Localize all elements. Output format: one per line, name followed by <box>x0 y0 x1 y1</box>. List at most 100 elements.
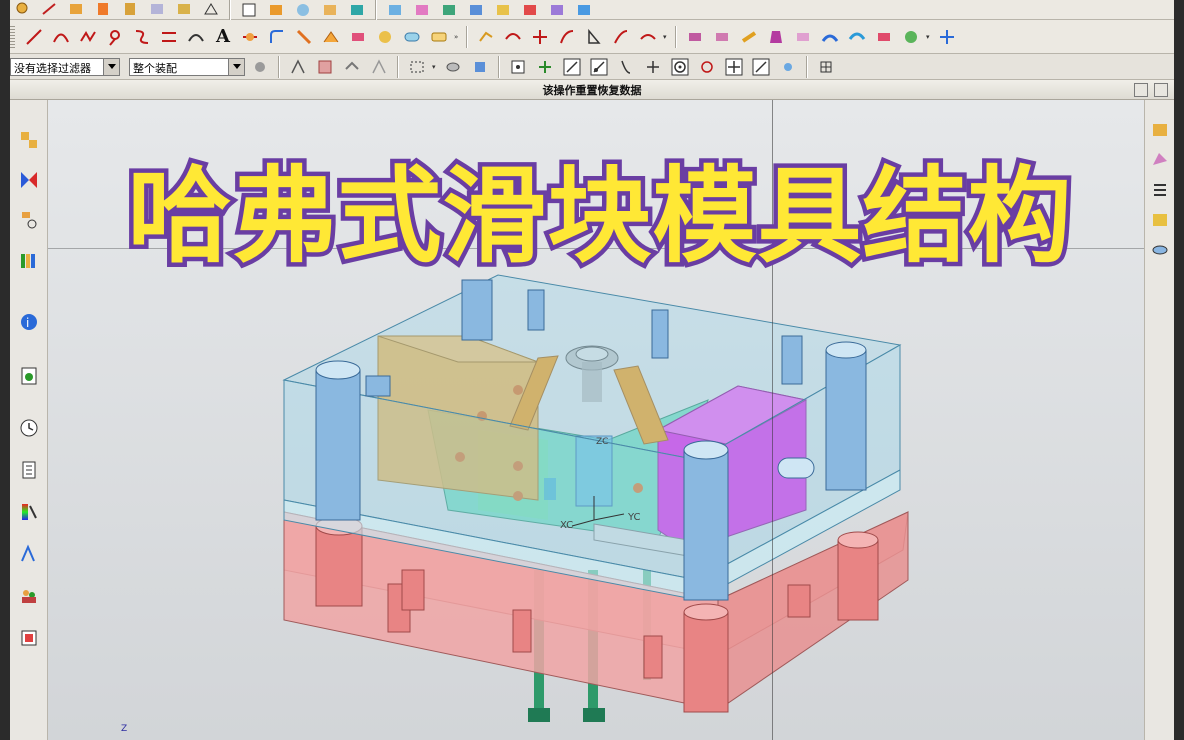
arrow-point-icon[interactable] <box>37 0 61 22</box>
cylinder-rail-icon[interactable] <box>1146 236 1174 264</box>
chevron-down-icon[interactable] <box>103 58 119 75</box>
surface-rail-icon[interactable] <box>1146 146 1174 174</box>
section-curve-icon[interactable] <box>373 25 397 49</box>
display-solid-icon[interactable] <box>468 55 492 79</box>
select-face-icon[interactable] <box>286 55 310 79</box>
history-icon[interactable] <box>15 414 43 442</box>
wcs-icon[interactable] <box>935 25 959 49</box>
snap-tangent-icon[interactable] <box>587 55 611 79</box>
hole-icon[interactable] <box>172 0 196 22</box>
spline-icon[interactable] <box>76 25 100 49</box>
trim-sheet-icon[interactable] <box>609 25 633 49</box>
surface-pull-icon[interactable] <box>474 25 498 49</box>
snap-onface-icon[interactable] <box>749 55 773 79</box>
extend-curve-icon[interactable] <box>292 25 316 49</box>
line-icon[interactable] <box>22 25 46 49</box>
sweep-icon[interactable] <box>318 0 342 22</box>
hd3d-tools-icon[interactable]: i <box>15 308 43 336</box>
mold-wizard-icon[interactable] <box>383 0 407 22</box>
roles-icon[interactable] <box>15 582 43 610</box>
patch-icon[interactable] <box>872 25 896 49</box>
law-extension-icon[interactable] <box>582 25 606 49</box>
snap-pole-icon[interactable] <box>776 55 800 79</box>
system-materials-icon[interactable] <box>15 456 43 484</box>
assembly-navigator-icon[interactable] <box>15 126 43 154</box>
manufacturing-wizards-icon[interactable] <box>15 540 43 568</box>
wrap-curve-icon[interactable] <box>400 25 424 49</box>
offset-curve-icon[interactable] <box>130 25 154 49</box>
snap-center-icon[interactable] <box>668 55 692 79</box>
thicken-icon[interactable] <box>818 25 842 49</box>
point-icon[interactable] <box>103 25 127 49</box>
rectangle-select-icon[interactable] <box>405 55 429 79</box>
surface-offset-icon[interactable] <box>501 25 525 49</box>
view-orient-icon[interactable] <box>441 55 465 79</box>
chamfer-icon[interactable] <box>710 25 734 49</box>
sew-icon[interactable] <box>845 25 869 49</box>
snap-midpoint-icon[interactable] <box>533 55 557 79</box>
project-curve-icon[interactable] <box>184 25 208 49</box>
toolbar-dropdown-arrow[interactable]: ▾ <box>663 27 669 47</box>
select-component-icon[interactable] <box>367 55 391 79</box>
block-icon[interactable] <box>64 0 88 22</box>
selection-filter-dropdown[interactable]: 没有选择过滤器 <box>10 57 120 76</box>
sketch-icon[interactable] <box>237 0 261 22</box>
snap-line-icon[interactable] <box>560 55 584 79</box>
edge-blend-icon[interactable] <box>683 25 707 49</box>
gate-icon[interactable] <box>572 0 596 22</box>
reuse-library-icon[interactable] <box>15 246 43 274</box>
cooling-icon[interactable] <box>545 0 569 22</box>
part-navigator-icon[interactable] <box>15 206 43 234</box>
cavity-icon[interactable] <box>410 0 434 22</box>
shell-icon[interactable] <box>791 25 815 49</box>
boss-icon[interactable] <box>118 0 142 22</box>
slider-icon[interactable] <box>464 0 488 22</box>
join-curve-icon[interactable] <box>427 25 451 49</box>
extrude-icon[interactable] <box>264 0 288 22</box>
bridge-curve-icon[interactable] <box>157 25 181 49</box>
toolbar-overflow-chevron[interactable]: » <box>454 27 460 47</box>
system-scenes-icon[interactable] <box>15 624 43 652</box>
divide-face-icon[interactable] <box>528 25 552 49</box>
snap-quadrant-icon[interactable] <box>695 55 719 79</box>
constraint-navigator-icon[interactable] <box>15 166 43 194</box>
snap-existing-icon[interactable] <box>722 55 746 79</box>
snap-intersection-icon[interactable] <box>641 55 665 79</box>
assembly-scope-dropdown[interactable]: 整个装配 <box>129 57 245 76</box>
toolbar-grip[interactable] <box>10 25 15 48</box>
part-rail-icon[interactable] <box>1146 206 1174 234</box>
shade-icon[interactable] <box>899 25 923 49</box>
select-tool-icon[interactable] <box>10 0 34 22</box>
ejector-icon[interactable] <box>518 0 542 22</box>
trim-curve-icon[interactable] <box>238 25 262 49</box>
lifter-icon[interactable] <box>491 0 515 22</box>
intersection-curve-icon[interactable] <box>346 25 370 49</box>
restore-icon[interactable] <box>1134 83 1148 97</box>
snap-endpoint-icon[interactable] <box>506 55 530 79</box>
datum-icon[interactable] <box>199 0 223 22</box>
face-blend-icon[interactable] <box>737 25 761 49</box>
revolve-icon[interactable] <box>291 0 315 22</box>
pocket-icon[interactable] <box>145 0 169 22</box>
grid-icon[interactable] <box>814 55 838 79</box>
filter-settings-icon[interactable] <box>248 55 272 79</box>
text-tool-icon[interactable]: A <box>211 25 235 49</box>
toolbar-dropdown-arrow[interactable]: ▾ <box>926 27 932 47</box>
list-rail-icon[interactable] <box>1146 176 1174 204</box>
flange-icon[interactable] <box>636 25 660 49</box>
draft-icon[interactable] <box>764 25 788 49</box>
process-studio-icon[interactable] <box>15 498 43 526</box>
curve-chain-icon[interactable] <box>319 25 343 49</box>
select-feature-icon[interactable] <box>313 55 337 79</box>
face-icon[interactable] <box>91 0 115 22</box>
fillet-curve-icon[interactable] <box>265 25 289 49</box>
arc-icon[interactable] <box>49 25 73 49</box>
n-sided-icon[interactable] <box>555 25 579 49</box>
chevron-down-icon[interactable] <box>228 58 244 75</box>
toolbar-dropdown-arrow[interactable]: ▾ <box>432 57 438 77</box>
snap-curve-icon[interactable] <box>614 55 638 79</box>
mirror-icon[interactable] <box>345 0 369 22</box>
select-body-icon[interactable] <box>340 55 364 79</box>
core-icon[interactable] <box>437 0 461 22</box>
web-browser-icon[interactable] <box>15 362 43 390</box>
